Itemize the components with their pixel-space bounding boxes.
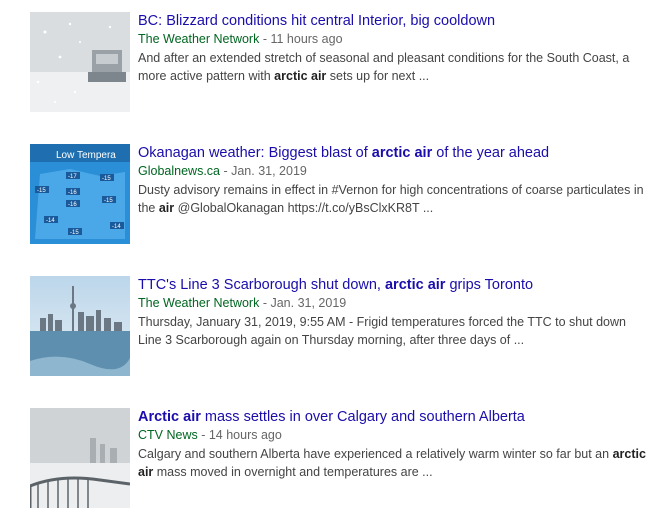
result-date: Jan. 31, 2019: [231, 164, 307, 178]
map-temp-label: -15: [37, 188, 46, 194]
result-date: 11 hours ago: [270, 32, 343, 46]
map-temp-label: -15: [102, 176, 111, 182]
result-meta: Globalnews.ca - Jan. 31, 2019: [138, 164, 307, 178]
weather-map-thumbnail[interactable]: Low Tempera -17 -15 -15 -16 -16 -15 -14 …: [30, 144, 130, 244]
result-date: 14 hours ago: [208, 428, 282, 442]
map-temp-label: -17: [68, 174, 77, 180]
toronto-skyline-thumbnail[interactable]: [30, 276, 130, 376]
result-snippet: Calgary and southern Alberta have experi…: [138, 447, 646, 479]
result-source: The Weather Network: [138, 296, 260, 310]
result-snippet: Thursday, January 31, 2019, 9:55 AM - Fr…: [138, 315, 626, 347]
news-result: Arctic air mass settles in over Calgary …: [30, 408, 650, 508]
snowy-highway-thumbnail[interactable]: [30, 12, 130, 112]
result-snippet: And after an extended stretch of seasona…: [138, 51, 630, 83]
map-temp-label: -16: [68, 202, 77, 208]
map-temp-label: -15: [104, 198, 113, 204]
result-snippet: Dusty advisory remains in effect in #Ver…: [138, 183, 644, 215]
result-title-link[interactable]: BC: Blizzard conditions hit central Inte…: [138, 12, 648, 31]
map-temp-label: -15: [70, 230, 79, 236]
result-meta: The Weather Network - Jan. 31, 2019: [138, 296, 347, 310]
result-title-link[interactable]: Arctic air mass settles in over Calgary …: [138, 408, 648, 427]
map-temp-label: -16: [68, 190, 77, 196]
map-temp-label: -14: [46, 218, 55, 224]
calgary-bridge-thumbnail[interactable]: [30, 408, 130, 508]
result-title-link[interactable]: TTC's Line 3 Scarborough shut down, arct…: [138, 276, 648, 295]
thumb-caption: Low Tempera: [56, 150, 116, 161]
result-source: CTV News: [138, 428, 198, 442]
news-result: BC: Blizzard conditions hit central Inte…: [30, 12, 650, 112]
result-date: Jan. 31, 2019: [270, 296, 347, 310]
result-meta: The Weather Network - 11 hours ago: [138, 32, 343, 46]
result-title-link[interactable]: Okanagan weather: Biggest blast of arcti…: [138, 144, 648, 163]
result-meta: CTV News - 14 hours ago: [138, 428, 282, 442]
result-source: Globalnews.ca: [138, 164, 220, 178]
result-source: The Weather Network: [138, 32, 260, 46]
news-result: TTC's Line 3 Scarborough shut down, arct…: [30, 276, 650, 376]
map-temp-label: -14: [112, 224, 121, 230]
news-result: Low Tempera -17 -15 -15 -16 -16 -15 -14 …: [30, 144, 650, 244]
